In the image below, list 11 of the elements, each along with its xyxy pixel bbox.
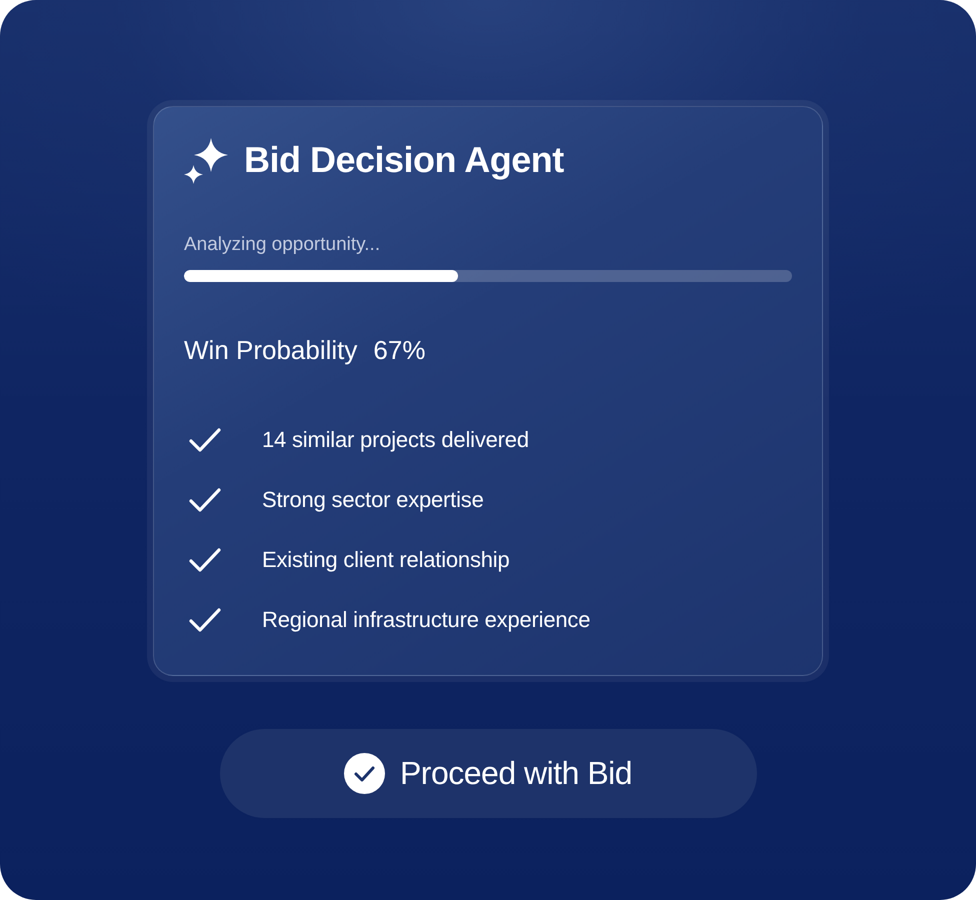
factor-text: Existing client relationship — [262, 546, 510, 574]
check-circle-icon — [344, 753, 385, 794]
status-text: Analyzing opportunity... — [184, 234, 382, 256]
card-title: Bid Decision Agent — [244, 138, 564, 182]
factor-text: Regional infrastructure experience — [262, 606, 590, 634]
win-probability-label: Win Probability — [184, 334, 358, 366]
factor-text: 14 similar projects delivered — [262, 426, 529, 454]
proceed-button[interactable]: Proceed with Bid — [220, 729, 756, 818]
factor-text: Strong sector expertise — [262, 486, 484, 514]
sparkle-icon — [184, 138, 228, 184]
win-probability-value: 67% — [373, 334, 426, 366]
